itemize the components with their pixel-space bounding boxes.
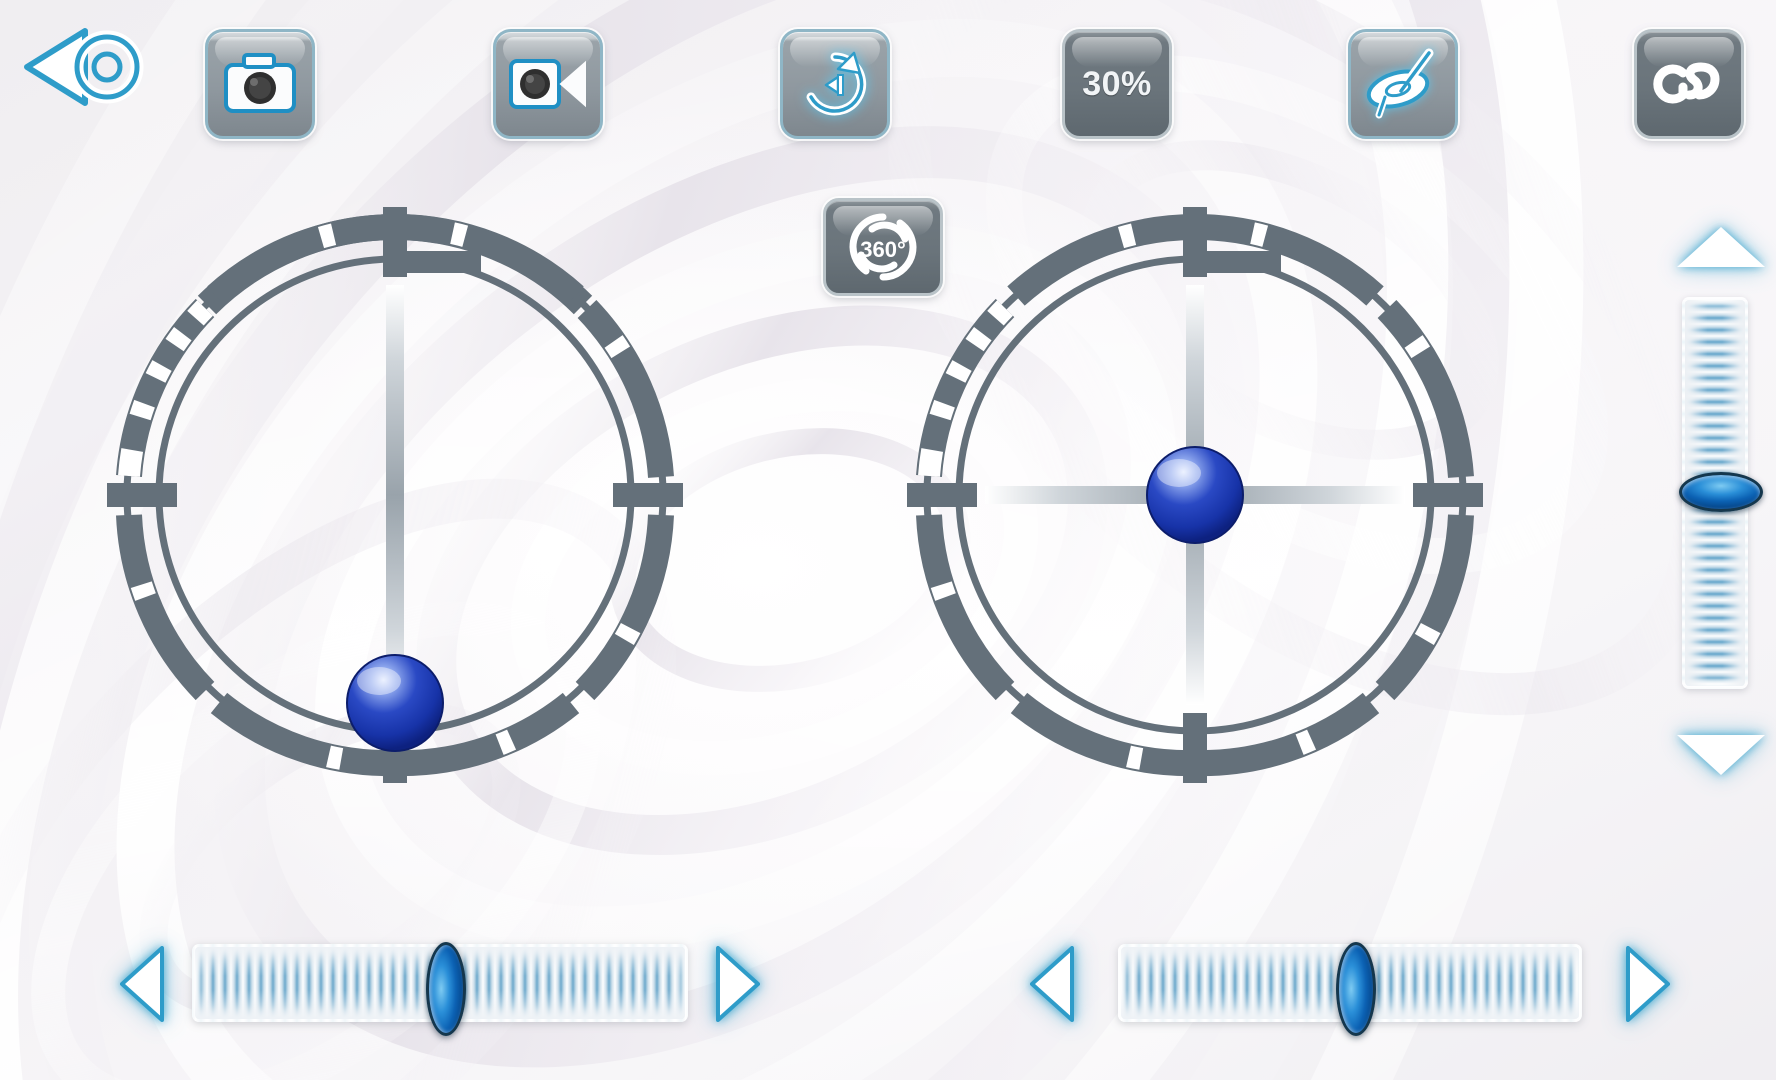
pan-tilt-joystick-right[interactable] — [895, 195, 1495, 795]
tilt-horizontal-slider-right — [1030, 936, 1670, 1036]
slider-right-arrow-button-right[interactable] — [1626, 944, 1670, 1029]
horizontal-slider-thumb-left[interactable] — [426, 942, 466, 1036]
slider-left-arrow-button-right[interactable] — [1030, 944, 1074, 1029]
slider-right-arrow-button-left[interactable] — [716, 944, 760, 1029]
slider-left-arrow-button-left[interactable] — [120, 944, 164, 1029]
speed-percent-button[interactable]: 30% — [1062, 29, 1172, 139]
rotate-reset-button[interactable] — [780, 29, 890, 139]
360-swirl-icon: 360° — [842, 209, 924, 285]
zoom-vertical-slider — [1660, 215, 1776, 795]
cs-loop-logo-icon — [1649, 55, 1729, 113]
slider-up-arrow-button[interactable] — [1677, 227, 1765, 267]
horizontal-slider-track-left[interactable] — [192, 942, 688, 1036]
horizontal-slider-track-right[interactable] — [1118, 942, 1582, 1036]
slider-down-arrow-button[interactable] — [1677, 735, 1765, 775]
joystick-knob-left — [346, 654, 444, 752]
vertical-slider-track[interactable] — [1679, 297, 1763, 689]
horizontal-slider-thumb-right[interactable] — [1336, 942, 1376, 1036]
app-root: 30% 360° — [0, 0, 1776, 1080]
video-camera-icon — [509, 55, 587, 113]
back-button[interactable] — [14, 14, 164, 124]
joystick-knob-right — [1146, 446, 1244, 544]
photo-capture-button[interactable] — [205, 29, 315, 139]
spinning-top-icon — [1365, 47, 1441, 121]
camera-icon — [224, 53, 296, 115]
pan-tilt-joystick-left[interactable] — [95, 195, 695, 795]
cs-logo-button[interactable] — [1634, 29, 1744, 139]
360-label: 360° — [860, 237, 906, 262]
speed-percent-label: 30% — [1082, 64, 1152, 103]
rotate-ccw-icon — [798, 47, 872, 121]
video-record-button[interactable] — [493, 29, 603, 139]
panorama-360-button[interactable]: 360° — [823, 198, 943, 296]
pan-horizontal-slider-left — [120, 936, 760, 1036]
top-toolbar: 30% — [0, 0, 1776, 140]
back-arrow-eye-icon — [19, 17, 159, 122]
vertical-slider-thumb[interactable] — [1679, 471, 1763, 512]
gimbal-mode-button[interactable] — [1348, 29, 1458, 139]
